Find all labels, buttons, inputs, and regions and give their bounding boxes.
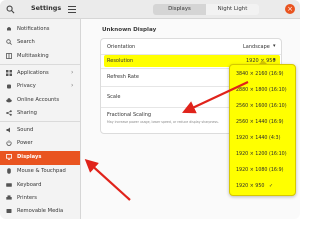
sidebar-item-power[interactable]: Power	[0, 137, 80, 150]
search-icon[interactable]	[6, 5, 15, 14]
mouse-icon	[7, 168, 11, 174]
power-icon	[6, 140, 12, 146]
resolution-option-label: 1920 × 950	[236, 184, 265, 189]
sidebar-item-label: Mouse & Touchpad	[17, 168, 66, 174]
sidebar-item-label: Notifications	[17, 26, 50, 32]
apps-grid-icon	[6, 70, 12, 76]
orientation-value: Landscape	[243, 44, 270, 50]
multitasking-icon	[6, 53, 12, 59]
sidebar-item-label: Multitasking	[17, 53, 49, 59]
resolution-option[interactable]: 2880 × 1800 (16:10)	[236, 88, 287, 93]
speaker-icon	[6, 127, 10, 133]
sidebar-header: Settings	[0, 0, 81, 19]
chevron-down-icon: ▾	[273, 43, 276, 49]
arrow-to-displays-item	[84, 159, 131, 201]
display-section-title: Unknown Display	[102, 27, 157, 33]
sidebar-item-label: Power	[17, 140, 33, 146]
sidebar-item-online-accounts[interactable]: Online Accounts	[0, 94, 80, 107]
close-icon[interactable]: ×	[285, 4, 295, 14]
refresh-rate-label: Refresh Rate	[107, 74, 139, 80]
sidebar-item-notifications[interactable]: Notifications	[0, 23, 80, 36]
search-icon	[6, 39, 12, 45]
display-icon	[6, 154, 12, 160]
sidebar-item-applications[interactable]: Applications ›	[0, 67, 80, 80]
hamburger-menu-icon[interactable]	[68, 6, 76, 13]
checkmark-icon: ✓	[268, 184, 273, 189]
bell-icon	[7, 27, 11, 31]
divider	[0, 64, 80, 65]
resolution-option[interactable]: 2560 × 1440 (16:9)	[236, 120, 284, 125]
fractional-scaling-description: May increase power usage, lower speed, o…	[107, 120, 219, 124]
settings-window: Settings Displays Night Light × Notifica…	[0, 0, 300, 219]
sidebar-item-printers[interactable]: Printers	[0, 192, 80, 205]
sidebar-item-label: Online Accounts	[17, 97, 60, 103]
sidebar-item-removable-media[interactable]: Removable Media	[0, 205, 80, 218]
view-switcher: Displays Night Light	[153, 4, 259, 15]
sidebar-item-sharing[interactable]: Sharing	[0, 107, 80, 120]
sidebar-item-mouse-touchpad[interactable]: Mouse & Touchpad	[0, 165, 80, 178]
sidebar-item-label: Privacy	[17, 83, 36, 89]
app-title: Settings	[31, 4, 62, 12]
sidebar-item-label: Printers	[17, 195, 37, 201]
sidebar-item-label: Sharing	[17, 110, 37, 116]
resolution-option[interactable]: 1920 × 1080 (16:9)	[236, 168, 284, 173]
resolution-option-selected[interactable]: 1920 × 950 ✓	[236, 184, 273, 189]
main-header: Displays Night Light ×	[81, 0, 300, 19]
sidebar-item-multitasking[interactable]: Multitasking	[0, 50, 80, 63]
resolution-option[interactable]: 1920 × 1200 (16:10)	[236, 152, 287, 157]
chevron-down-icon: ▾	[273, 57, 276, 63]
fractional-scaling-label: Fractional Scaling	[107, 112, 152, 118]
divider	[0, 121, 80, 122]
sidebar-item-sound[interactable]: Sound	[0, 124, 80, 137]
chevron-right-icon: ›	[71, 82, 74, 89]
sidebar-item-label: Search	[17, 39, 35, 45]
keyboard-icon	[6, 183, 12, 187]
sidebar-item-label: Displays	[17, 154, 42, 160]
chevron-right-icon: ›	[71, 69, 74, 76]
resolution-dropdown: 3840 × 2160 (16:9) 2880 × 1800 (16:10) 2…	[229, 64, 296, 196]
resolution-option[interactable]: 2560 × 1600 (16:10)	[236, 104, 287, 109]
sidebar-item-label: Removable Media	[17, 208, 64, 214]
orientation-row[interactable]: Orientation Landscape ▾	[101, 39, 281, 54]
sidebar-item-label: Sound	[17, 127, 34, 133]
scale-label: Scale	[107, 94, 121, 100]
sidebar-item-search[interactable]: Search	[0, 36, 80, 49]
share-icon	[6, 110, 12, 116]
sidebar: Notifications Search Multitasking Applic…	[0, 19, 81, 219]
tab-night-light[interactable]: Night Light	[206, 4, 259, 15]
resolution-label: Resolution	[107, 58, 134, 64]
resolution-option[interactable]: 1920 × 1440 (4:3)	[236, 136, 280, 141]
resolution-option[interactable]: 3840 × 2160 (16:9)	[236, 72, 284, 77]
sidebar-item-label: Keyboard	[17, 182, 42, 188]
sidebar-item-privacy[interactable]: Privacy ›	[0, 80, 80, 93]
sidebar-item-label: Applications	[17, 70, 49, 76]
media-icon	[6, 209, 12, 213]
sidebar-item-displays[interactable]: Displays	[0, 151, 80, 165]
hand-icon	[7, 84, 11, 89]
printer-icon	[6, 195, 12, 200]
tab-displays[interactable]: Displays	[153, 4, 206, 15]
orientation-label: Orientation	[107, 44, 136, 50]
sidebar-item-keyboard[interactable]: Keyboard	[0, 179, 80, 192]
cloud-icon	[6, 98, 12, 103]
